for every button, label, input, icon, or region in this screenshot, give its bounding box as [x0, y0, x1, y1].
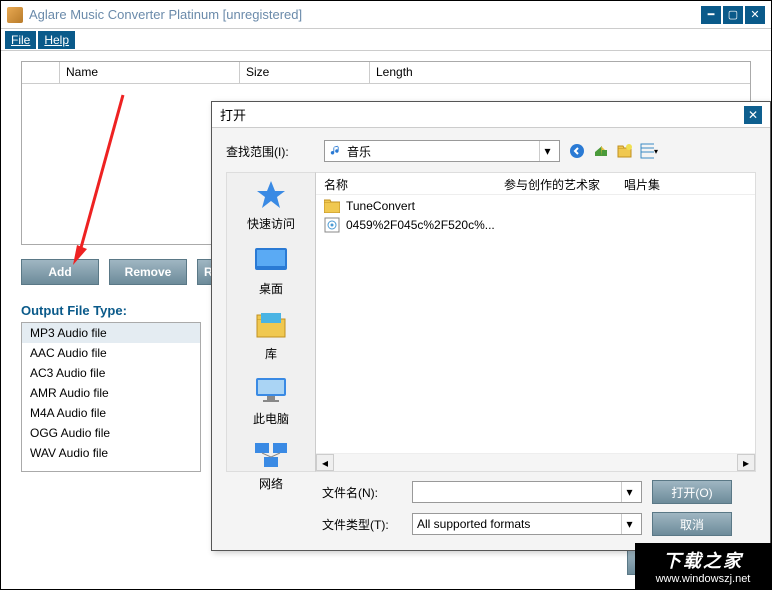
close-button[interactable]: ✕ [745, 6, 765, 24]
place-libraries[interactable]: 库 [253, 309, 289, 362]
column-name[interactable]: Name [60, 62, 240, 83]
window-title: Aglare Music Converter Platinum [unregis… [29, 7, 701, 22]
scroll-right-icon[interactable]: ▸ [737, 454, 755, 471]
scroll-left-icon[interactable]: ◂ [316, 454, 334, 471]
quick-access-icon [253, 179, 289, 211]
up-icon[interactable] [592, 142, 610, 160]
file-type-item[interactable]: AAC Audio file [22, 343, 200, 363]
lookin-combo[interactable]: 音乐 ▾ [324, 140, 560, 162]
filetype-combo[interactable]: All supported formats ▾ [412, 513, 642, 535]
column-album[interactable]: 唱片集 [616, 173, 755, 194]
column-checkbox[interactable] [22, 62, 60, 83]
watermark: 下载之家 www.windowszj.net [635, 543, 771, 589]
column-size[interactable]: Size [240, 62, 370, 83]
filename-input[interactable]: ▾ [412, 481, 642, 503]
place-desktop[interactable]: 桌面 [253, 244, 289, 297]
dialog-close-button[interactable]: ✕ [744, 106, 762, 124]
filename-label: 文件名(N): [322, 484, 402, 501]
column-artist[interactable]: 参与创作的艺术家 [496, 173, 616, 194]
horizontal-scrollbar[interactable]: ◂ ▸ [316, 453, 755, 471]
nav-icons: ▾ [568, 142, 658, 160]
dropdown-icon: ▾ [621, 482, 637, 502]
dialog-main: 快速访问 桌面 库 此电脑 网络 [226, 172, 756, 472]
lookin-label: 查找范围(I): [226, 143, 316, 160]
column-filename[interactable]: 名称 [316, 173, 496, 194]
place-quick-access[interactable]: 快速访问 [247, 179, 295, 232]
file-type-item[interactable]: OGG Audio file [22, 423, 200, 443]
add-button[interactable]: Add [21, 259, 99, 285]
menu-help[interactable]: Help [38, 31, 75, 49]
list-item[interactable]: TuneConvert [316, 197, 755, 215]
file-list[interactable]: TuneConvert 0459%2F045c%2F520c%... [316, 195, 755, 453]
dropdown-icon: ▾ [621, 514, 637, 534]
libraries-icon [253, 309, 289, 341]
file-type-item[interactable]: AMR Audio file [22, 383, 200, 403]
dropdown-icon: ▾ [539, 141, 555, 161]
file-type-item[interactable]: WAV Audio file [22, 443, 200, 463]
file-list-header: 名称 参与创作的艺术家 唱片集 [316, 173, 755, 195]
window-controls: ━ ▢ ✕ [701, 6, 765, 24]
lookin-value: 音乐 [347, 143, 371, 160]
this-pc-icon [253, 374, 289, 406]
dialog-titlebar: 打开 ✕ [212, 102, 770, 128]
open-button[interactable]: 打开(O) [652, 480, 732, 504]
remove-button[interactable]: Remove [109, 259, 187, 285]
cancel-button[interactable]: 取消 [652, 512, 732, 536]
titlebar: Aglare Music Converter Platinum [unregis… [1, 1, 771, 29]
watermark-text-1: 下载之家 [663, 547, 743, 573]
open-dialog: 打开 ✕ 查找范围(I): 音乐 ▾ ▾ 快速访问 [211, 101, 771, 551]
filename-row: 文件名(N): ▾ 打开(O) [226, 480, 756, 504]
file-area: 名称 参与创作的艺术家 唱片集 TuneConvert 0459%2F045c%… [316, 172, 756, 472]
minimize-button[interactable]: ━ [701, 6, 721, 24]
filetype-label: 文件类型(T): [322, 516, 402, 533]
column-length[interactable]: Length [370, 62, 750, 83]
music-icon [329, 144, 343, 158]
menubar: File Help [1, 29, 771, 51]
file-table-header: Name Size Length [22, 62, 750, 84]
dialog-bottom: 文件名(N): ▾ 打开(O) 文件类型(T): All supported f… [226, 480, 756, 536]
lookin-row: 查找范围(I): 音乐 ▾ ▾ [226, 140, 756, 162]
place-network[interactable]: 网络 [253, 439, 289, 492]
scroll-track[interactable] [334, 454, 737, 471]
output-file-type-list[interactable]: MP3 Audio file AAC Audio file AC3 Audio … [21, 322, 201, 472]
place-this-pc[interactable]: 此电脑 [253, 374, 289, 427]
desktop-icon [253, 244, 289, 276]
places-bar: 快速访问 桌面 库 此电脑 网络 [226, 172, 316, 472]
views-icon[interactable]: ▾ [640, 142, 658, 160]
menu-file[interactable]: File [5, 31, 36, 49]
list-item[interactable]: 0459%2F045c%2F520c%... [316, 215, 755, 235]
folder-icon [324, 199, 340, 213]
dialog-body: 查找范围(I): 音乐 ▾ ▾ 快速访问 [212, 128, 770, 554]
audio-file-icon [324, 217, 340, 233]
back-icon[interactable] [568, 142, 586, 160]
file-type-item[interactable]: MP3 Audio file [22, 323, 200, 343]
watermark-text-2: www.windowszj.net [656, 573, 751, 585]
maximize-button[interactable]: ▢ [723, 6, 743, 24]
dialog-title: 打开 [220, 105, 744, 124]
new-folder-icon[interactable] [616, 142, 634, 160]
network-icon [253, 439, 289, 471]
filetype-row: 文件类型(T): All supported formats ▾ 取消 [226, 512, 756, 536]
app-icon [7, 7, 23, 23]
file-type-item[interactable]: AC3 Audio file [22, 363, 200, 383]
file-type-item[interactable]: M4A Audio file [22, 403, 200, 423]
